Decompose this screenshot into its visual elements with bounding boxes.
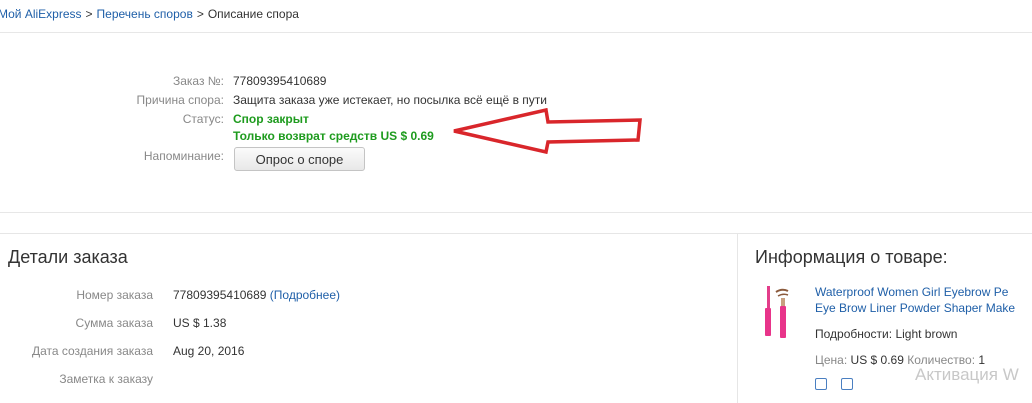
order-details-panel: Детали заказа Номер заказа 7780939541068… xyxy=(0,233,738,403)
product-details-label: Подробности: xyxy=(815,327,893,341)
detail-label: Номер заказа xyxy=(76,288,153,302)
order-number-value: 77809395410689 xyxy=(233,74,327,88)
product-thumbnail-image[interactable] xyxy=(758,284,794,340)
product-action-icons xyxy=(815,377,867,395)
order-number-label: Заказ №: xyxy=(172,74,224,88)
product-info-title: Информация о товаре: xyxy=(755,247,948,267)
breadcrumb-separator: > xyxy=(196,7,204,21)
dispute-reason-row: Причина спора: Защита заказа уже истекае… xyxy=(0,91,700,109)
price-value: US $ 0.69 xyxy=(850,353,904,367)
detail-row-order-note: Заметка к заказу xyxy=(0,370,698,388)
order-number-text: 77809395410689 xyxy=(173,288,267,302)
product-details: Подробности: Light brown xyxy=(815,327,957,341)
dispute-reason-label: Причина спора: xyxy=(136,93,224,107)
detail-label: Сумма заказа xyxy=(75,316,153,330)
product-title-line: Eye Brow Liner Powder Shaper Make xyxy=(815,301,1016,315)
red-arrow-annotation xyxy=(453,108,642,154)
breadcrumb-my-aliexpress[interactable]: Мой AliExpress xyxy=(0,7,82,21)
price-label: Цена: xyxy=(815,353,848,367)
detail-value: US $ 1.38 xyxy=(173,316,227,330)
breadcrumb-separator: > xyxy=(85,7,93,21)
detail-row-order-date: Дата создания заказа Aug 20, 2016 xyxy=(0,342,698,360)
windows-activation-watermark: Активация W xyxy=(915,365,1019,384)
breadcrumb-dispute-list[interactable]: Перечень споров xyxy=(97,7,193,21)
product-title-link[interactable]: Waterproof Women Girl Eyebrow Pe Eye Bro… xyxy=(815,284,1032,316)
detail-value: 77809395410689 (Подробнее) xyxy=(173,286,340,304)
detail-label: Заметка к заказу xyxy=(59,372,153,386)
dispute-reason-value: Защита заказа уже истекает, но посылка в… xyxy=(233,93,547,107)
breadcrumb: Мой AliExpress > Перечень споров > Описание … xyxy=(0,7,299,21)
divider xyxy=(0,32,1032,33)
reminder-label: Напоминание: xyxy=(143,149,224,163)
detail-row-order-amount: Сумма заказа US $ 1.38 xyxy=(0,314,698,332)
status-label: Статус: xyxy=(182,112,224,126)
detail-value: Aug 20, 2016 xyxy=(173,344,245,358)
product-title-line: Waterproof Women Girl Eyebrow Pe xyxy=(815,285,1009,299)
order-more-link[interactable]: (Подробнее) xyxy=(270,288,340,302)
status-value: Спор закрыт xyxy=(233,112,309,126)
refund-amount-text: Только возврат средств US $ 0.69 xyxy=(233,129,434,143)
dispute-survey-button[interactable]: Опрос о споре xyxy=(234,147,365,171)
snapshot-icon[interactable] xyxy=(815,378,827,390)
breadcrumb-current: Описание спора xyxy=(207,7,299,21)
message-icon[interactable] xyxy=(841,378,853,390)
divider xyxy=(0,212,1032,213)
detail-row-order-number: Номер заказа 77809395410689 (Подробнее) xyxy=(0,286,698,304)
order-number-row: Заказ №: 77809395410689 xyxy=(0,72,700,90)
product-details-value: Light brown xyxy=(895,327,958,341)
order-details-title: Детали заказа xyxy=(8,247,128,267)
detail-label: Дата создания заказа xyxy=(31,344,153,358)
